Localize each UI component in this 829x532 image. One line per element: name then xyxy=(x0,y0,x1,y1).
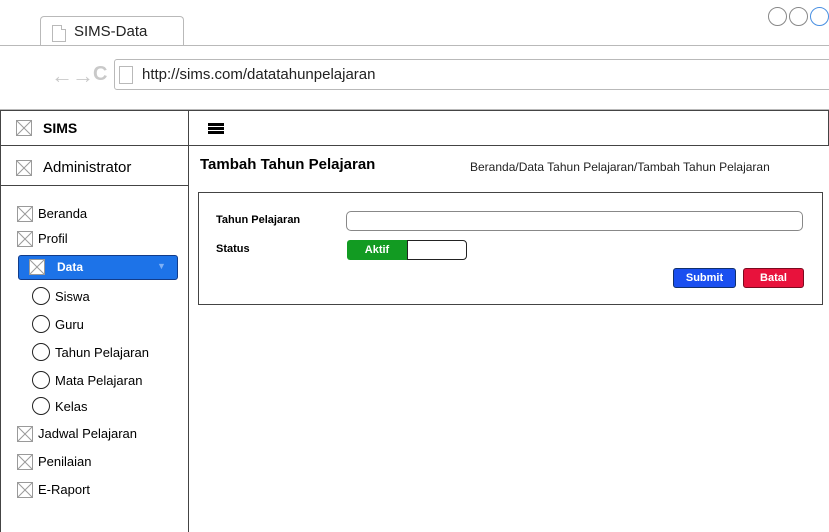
tab-divider xyxy=(0,45,829,46)
form-card xyxy=(198,192,823,305)
submit-button[interactable]: Submit xyxy=(673,268,736,288)
window-circle-icon[interactable] xyxy=(810,7,829,26)
image-placeholder-icon xyxy=(16,120,32,136)
sidebar-item-label: Siswa xyxy=(55,289,90,304)
cancel-button[interactable]: Batal xyxy=(743,268,804,288)
sidebar-item-label: Data xyxy=(57,260,84,274)
tahun-pelajaran-input[interactable] xyxy=(346,211,803,231)
sidebar-brand: SIMS xyxy=(1,110,189,146)
sidebar-item-label: Mata Pelajaran xyxy=(55,373,143,388)
sidebar-item-siswa[interactable]: Siswa xyxy=(17,287,187,307)
image-placeholder-icon xyxy=(17,426,33,442)
image-placeholder-icon xyxy=(29,259,45,275)
sidebar-top-border xyxy=(0,110,189,111)
back-arrow-icon[interactable]: ← xyxy=(51,65,73,87)
image-placeholder-icon xyxy=(17,454,33,470)
tab-title: SIMS-Data xyxy=(74,23,148,40)
page-icon xyxy=(52,25,66,42)
brand-name: SIMS xyxy=(43,120,78,136)
image-placeholder-icon xyxy=(17,482,33,498)
page-icon xyxy=(119,66,133,84)
address-bar[interactable]: http://sims.com/datatahunpelajaran xyxy=(114,59,829,90)
sidebar-item-label: Tahun Pelajaran xyxy=(55,345,149,360)
sidebar-item-label: Penilaian xyxy=(38,454,92,469)
sidebar-item-label: Profil xyxy=(38,231,68,246)
sidebar-item-data[interactable]: Data ▼ xyxy=(18,255,178,280)
sidebar-item-label: Beranda xyxy=(38,206,88,221)
sidebar-item-beranda[interactable]: Beranda xyxy=(0,204,188,224)
image-placeholder-icon xyxy=(16,160,32,176)
sidebar-item-label: Jadwal Pelajaran xyxy=(38,426,138,441)
page-title: Tambah Tahun Pelajaran xyxy=(200,156,376,173)
window-circle-icon[interactable] xyxy=(789,7,808,26)
user-name: Administrator xyxy=(43,159,132,176)
circle-icon xyxy=(32,343,50,361)
browser-tab[interactable]: SIMS-Data xyxy=(40,16,184,46)
tahun-pelajaran-label: Tahun Pelajaran xyxy=(216,214,301,226)
reload-icon[interactable]: C xyxy=(93,63,107,86)
circle-icon xyxy=(32,371,50,389)
sidebar-item-e-raport[interactable]: E-Raport xyxy=(0,480,188,500)
sidebar-item-label: E-Raport xyxy=(38,482,91,497)
top-bar xyxy=(189,110,829,146)
chevron-down-icon: ▼ xyxy=(157,261,166,271)
sidebar-item-label: Guru xyxy=(55,317,84,332)
forward-arrow-icon[interactable]: → xyxy=(72,65,94,87)
window-circle-icon[interactable] xyxy=(768,7,787,26)
circle-icon xyxy=(32,315,50,333)
sidebar-user: Administrator xyxy=(1,146,189,186)
image-placeholder-icon xyxy=(17,206,33,222)
sidebar-item-kelas[interactable]: Kelas xyxy=(17,397,187,417)
sidebar-item-jadwal-pelajaran[interactable]: Jadwal Pelajaran xyxy=(0,424,188,444)
circle-icon xyxy=(32,397,50,415)
hamburger-menu-icon[interactable] xyxy=(208,123,224,134)
sidebar-item-tahun-pelajaran[interactable]: Tahun Pelajaran xyxy=(17,343,187,363)
url-text: http://sims.com/datatahunpelajaran xyxy=(142,66,376,83)
status-toggle-inactive[interactable] xyxy=(407,240,467,260)
status-label: Status xyxy=(216,243,250,255)
sidebar-item-label: Kelas xyxy=(55,399,88,414)
sidebar-item-guru[interactable]: Guru xyxy=(17,315,187,335)
sidebar-item-penilaian[interactable]: Penilaian xyxy=(0,452,188,472)
image-placeholder-icon xyxy=(17,231,33,247)
sidebar-item-profil[interactable]: Profil xyxy=(0,229,188,249)
sidebar-item-mata-pelajaran[interactable]: Mata Pelajaran xyxy=(17,371,187,391)
breadcrumb: Beranda/Data Tahun Pelajaran/Tambah Tahu… xyxy=(470,160,770,174)
circle-icon xyxy=(32,287,50,305)
status-toggle-active[interactable]: Aktif xyxy=(347,240,407,260)
